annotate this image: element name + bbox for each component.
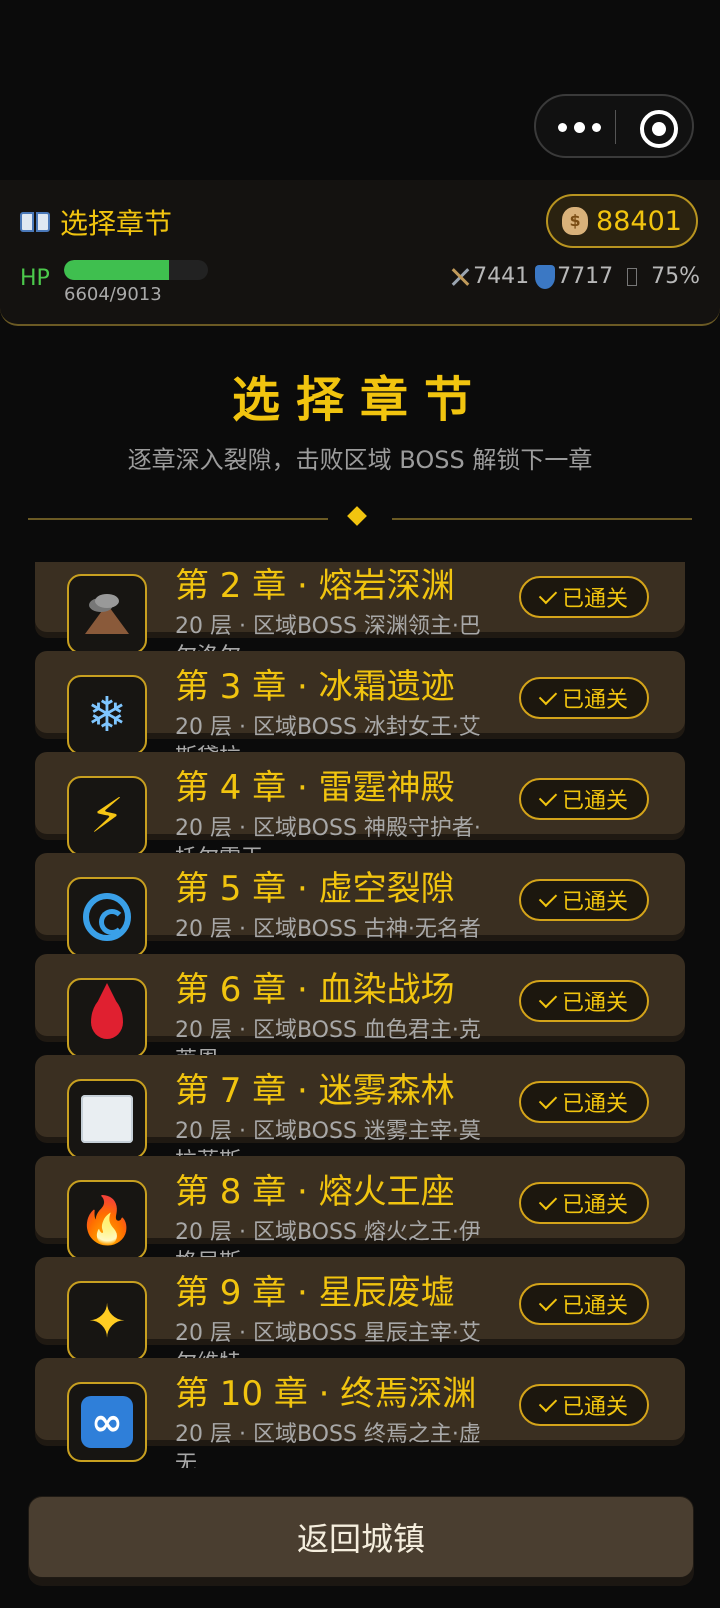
header-title: 选择章节 (20, 202, 172, 242)
sparkles-icon: ✦ (67, 1281, 147, 1361)
money-bag-icon (562, 207, 589, 235)
shield-icon (535, 264, 556, 289)
chapter-card[interactable]: ❄第 3 章 · 冰霜遗迹20 层 · 区域BOSS 冰封女王·艾斯黛拉已通关 (35, 651, 685, 770)
header-title-text: 选择章节 (60, 207, 173, 240)
snowflake-icon: ❄ (67, 675, 147, 755)
cleared-badge-label: 已通关 (561, 991, 628, 1016)
attack-stat: 7441 (449, 264, 529, 289)
cleared-badge: 已通关 (519, 879, 649, 921)
crit-icon (627, 267, 638, 286)
blood-drop-icon (67, 978, 147, 1058)
check-icon (538, 686, 558, 706)
lightning-icon: ⚡ (67, 776, 147, 856)
miniprogram-capsule (534, 94, 694, 158)
capsule-divider (615, 110, 616, 144)
chapter-card[interactable]: 第 5 章 · 虚空裂隙 20 层 · 区域BOSS 古神·无名者 已通关 (35, 853, 685, 957)
check-icon (538, 1090, 558, 1110)
fire-icon: 🔥 (67, 1180, 147, 1260)
hp-bar (64, 260, 208, 280)
chapter-title: 第 4 章 · 雷霆神殿 (175, 768, 455, 808)
chapter-title: 第 7 章 · 迷雾森林 (175, 1071, 455, 1111)
diamond-ornament (347, 506, 367, 526)
gold-amount: 88401 (596, 205, 682, 237)
check-icon (538, 1292, 558, 1312)
cleared-badge-label: 已通关 (561, 890, 628, 915)
chapter-card[interactable]: ⚡第 4 章 · 雷霆神殿20 层 · 区域BOSS 神殿守护者·托尔雷王已通关 (35, 752, 685, 871)
chapter-title: 第 10 章 · 终焉深渊 (175, 1374, 477, 1414)
divider-right (392, 518, 692, 520)
chapter-title: 第 5 章 · 虚空裂隙 (175, 869, 455, 909)
chapter-title: 第 6 章 · 血染战场 (175, 970, 455, 1010)
chapter-description: 20 层 · 区域BOSS 终焉之主·虚无 (175, 1422, 481, 1468)
close-miniprogram-icon[interactable] (640, 110, 678, 148)
cleared-badge: 已通关 (519, 778, 649, 820)
cleared-badge: 已通关 (519, 980, 649, 1022)
chapter-card[interactable]: 🔥第 8 章 · 熔火王座20 层 · 区域BOSS 熔火之王·伊格尼斯已通关 (35, 1156, 685, 1275)
page-title: 选择章节 (231, 372, 488, 428)
chapter-description: 20 层 · 区域BOSS 古神·无名者 (175, 917, 481, 942)
status-bar: 选择章节 88401 HP 6604/9013 7441 7717 75% (0, 180, 720, 326)
hp-bar-fill (64, 260, 170, 280)
fog-icon (67, 1079, 147, 1159)
defense-stat: 7717 (535, 264, 613, 289)
chapter-list[interactable]: 第 2 章 · 熔岩深渊20 层 · 区域BOSS 深渊领主·巴尔洛尔已通关❄ 第… (0, 562, 720, 1468)
check-icon (538, 989, 558, 1009)
cleared-badge: 已通关 (519, 576, 649, 618)
crossed-swords-icon (449, 266, 471, 288)
gold-counter: 88401 (546, 194, 698, 248)
chapter-card[interactable]: 第 7 章 · 迷雾森林20 层 · 区域BOSS 迷雾主宰·莫拉菲斯已通关 (35, 1055, 685, 1174)
chapter-title: 第 2 章 · 熔岩深渊 (175, 566, 455, 606)
return-to-town-button[interactable]: 返回城镇 (28, 1496, 694, 1578)
chapter-title: 第 8 章 · 熔火王座 (175, 1172, 455, 1212)
infinity-icon: ∞ (67, 1382, 147, 1462)
check-icon (538, 585, 558, 605)
hp-value: 6604/9013 (64, 284, 162, 305)
chapter-card[interactable]: ∞ 第 10 章 · 终焉深渊 20 层 · 区域BOSS 终焉之主·虚无 已通关 (35, 1358, 685, 1468)
chapter-card[interactable]: ✦第 9 章 · 星辰废墟20 层 · 区域BOSS 星辰主宰·艾尔维特已通关 (35, 1257, 685, 1376)
player-stats: 7441 7717 75% (449, 264, 700, 289)
cyclone-icon (67, 877, 147, 957)
cleared-badge-label: 已通关 (561, 789, 628, 814)
hp-label: HP (20, 266, 50, 291)
check-icon (538, 888, 558, 908)
book-icon (20, 210, 50, 234)
cleared-badge: 已通关 (519, 1081, 649, 1123)
cleared-badge-label: 已通关 (561, 587, 628, 612)
cleared-badge-label: 已通关 (561, 1092, 628, 1117)
more-options-icon[interactable] (558, 118, 602, 136)
chapter-card[interactable]: 第 2 章 · 熔岩深渊20 层 · 区域BOSS 深渊领主·巴尔洛尔已通关 (35, 562, 685, 669)
check-icon (538, 787, 558, 807)
chapter-title: 第 3 章 · 冰霜遗迹 (175, 667, 455, 707)
cleared-badge: 已通关 (519, 1182, 649, 1224)
page-subtitle: 逐章深入裂隙，击败区域 BOSS 解锁下一章 (127, 446, 593, 474)
defense-value: 7717 (557, 264, 614, 289)
attack-value: 7441 (473, 264, 530, 289)
divider-left (28, 518, 328, 520)
cleared-badge: 已通关 (519, 1283, 649, 1325)
crit-value: 75% (651, 264, 700, 289)
cleared-badge-label: 已通关 (561, 1395, 628, 1420)
check-icon (538, 1191, 558, 1211)
cleared-badge-label: 已通关 (561, 688, 628, 713)
cleared-badge: 已通关 (519, 1384, 649, 1426)
chapter-card[interactable]: 第 6 章 · 血染战场20 层 · 区域BOSS 血色君主·克莱恩已通关 (35, 954, 685, 1073)
check-icon (538, 1393, 558, 1413)
cleared-badge: 已通关 (519, 677, 649, 719)
cleared-badge-label: 已通关 (561, 1193, 628, 1218)
volcano-icon (67, 574, 147, 654)
cleared-badge-label: 已通关 (561, 1294, 628, 1319)
chapter-title: 第 9 章 · 星辰废墟 (175, 1273, 455, 1313)
